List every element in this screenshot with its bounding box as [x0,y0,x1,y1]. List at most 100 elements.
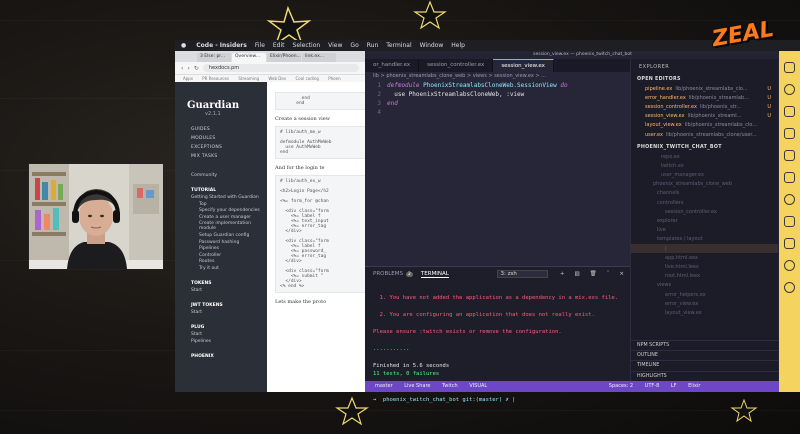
docs-section-modules[interactable]: MODULES [191,136,267,141]
breadcrumb[interactable]: lib > phoenix_streamlabs_clone_web > vie… [365,72,630,81]
file-tree-item[interactable]: views [631,281,779,290]
bookmark[interactable]: Streaming [238,76,259,81]
open-editor-item[interactable]: layout_view.ex lib/phoenix_streamlabs_clo… [631,121,779,130]
status-eol[interactable]: LF [671,383,677,389]
menu-help[interactable]: Help [451,42,465,49]
file-tree-item[interactable]: phoenix_streamlabs_clone_web [631,180,779,189]
docs-plug-start[interactable]: Start [191,332,267,337]
status-twitch[interactable]: Twitch [442,383,458,389]
trash-icon[interactable]: 🗑 [590,271,597,277]
outline-section[interactable]: OUTLINE [631,349,779,360]
branch-icon[interactable] [784,106,795,117]
status-encoding[interactable]: UTF-8 [645,383,660,389]
file-tree-item[interactable]: error_view.ex [631,299,779,308]
browser-tab[interactable]: link.ex... [302,53,336,62]
timeline-section[interactable]: TIMELINE [631,360,779,370]
close-icon[interactable]: × [619,271,624,277]
file-tree-item[interactable]: controllers [631,198,779,207]
file-tree-item[interactable]: root.html.leex [631,272,779,281]
status-language[interactable]: Elixir [688,383,700,389]
status-indent[interactable]: Spaces: 2 [609,383,633,389]
editor-tab-active[interactable]: session_view.ex [493,59,554,72]
editor-tab[interactable]: or_handler.ex [365,59,420,72]
terminal-shell-select[interactable]: 3: zsh [496,270,548,278]
file-tree-item[interactable]: session_controller.ex [631,207,779,216]
bookmark[interactable]: PR Resources [202,76,229,81]
docs-section-mix-tasks[interactable]: MIX TASKS [191,154,267,159]
docs-tutorial-item[interactable]: Try it out [199,266,267,271]
back-icon[interactable]: ‹ [181,65,183,72]
docs-plug-pipelines[interactable]: Pipelines [191,339,267,344]
file-tree-item[interactable]: app.html.eex [631,253,779,262]
add-terminal-icon[interactable]: + [560,271,565,277]
docs-tutorial-item[interactable]: Create a user manager [199,215,267,220]
url-bar[interactable]: hexdocs.pm [202,64,359,72]
browser-tab-active[interactable]: Overview... [232,53,266,62]
docker-icon[interactable] [784,216,795,227]
bookmark[interactable]: Apps [183,76,193,81]
split-terminal-icon[interactable]: ▥ [574,271,579,277]
debug-icon[interactable] [784,128,795,139]
bookmark[interactable]: Web Dev [268,76,286,81]
monitor-icon[interactable] [784,238,795,249]
tab-problems[interactable]: PROBLEMS [373,271,403,277]
file-tree-item[interactable]: error_helpers.ex [631,290,779,299]
browser-tab[interactable]: 3 Else: pr... [197,53,231,62]
docs-tutorial-item[interactable]: Create implementation module [199,221,267,231]
account-icon[interactable] [784,260,795,271]
menu-file[interactable]: File [255,42,265,49]
status-branch[interactable]: master [375,383,393,389]
open-editor-item[interactable]: pipeline.ex lib/phoenix_streamlabs_clo...… [631,84,779,93]
file-tree-item[interactable]: repo.ex [631,152,779,161]
open-editors-heading[interactable]: OPEN EDITORS [631,75,779,84]
file-tree-item[interactable]: live [631,226,779,235]
live-share-icon[interactable] [784,194,795,205]
file-tree-item[interactable]: explorer [631,216,779,225]
open-editor-item[interactable]: error_handler.ex lib/phoenix_streamlab...… [631,93,779,102]
extensions-icon[interactable] [784,150,795,161]
docs-tutorial-item[interactable]: Pipelines [199,246,267,251]
file-tree-item[interactable]: layout_view.ex [631,308,779,317]
menu-app-name[interactable]: Code - Insiders [196,42,247,49]
docs-section-guides[interactable]: GUIDES [191,127,267,132]
menu-terminal[interactable]: Terminal [386,42,411,49]
docs-section-exceptions[interactable]: EXCEPTIONS [191,145,267,150]
file-tree-item[interactable]: templates / layout [631,235,779,244]
docs-tutorial-item[interactable]: Password hashing [199,240,267,245]
highlights-section[interactable]: HIGHLIGHTS [631,370,779,381]
docs-jwt-start[interactable]: Start [191,310,267,315]
docs-community-link[interactable]: Community [191,173,267,178]
menu-selection[interactable]: Selection [293,42,321,49]
docs-tutorial-item[interactable]: Routes [199,259,267,264]
file-tree-item[interactable]: channels [631,189,779,198]
tab-terminal[interactable]: TERMINAL [420,271,449,278]
bookmark[interactable]: Phoen [328,76,340,81]
open-editor-item[interactable]: user.ex lib/phoenix_streamlabs_clone/user… [631,130,779,139]
menu-window[interactable]: Window [420,42,444,49]
open-editor-item[interactable]: session_controller.ex lib/phoenix_str... U [631,102,779,111]
search-icon[interactable] [784,84,795,95]
docs-tutorial-item[interactable]: Top [199,202,267,207]
menu-view[interactable]: View [328,42,342,49]
menu-go[interactable]: Go [350,42,358,49]
menu-edit[interactable]: Edit [273,42,285,49]
flask-icon[interactable] [784,172,795,183]
menu-run[interactable]: Run [367,42,379,49]
project-heading[interactable]: PHOENIX_TWITCH_CHAT_BOT [631,143,779,152]
browser-tab[interactable]: Elixir/Phoen... [267,53,301,62]
gear-icon[interactable] [784,282,795,293]
apple-icon[interactable]: ● [181,42,186,49]
bookmark[interactable]: Cool coding [296,76,319,81]
docs-tokens-start[interactable]: Start [191,288,267,293]
chevron-up-icon[interactable]: ˆ [607,271,610,277]
file-tree-item[interactable]: live.html.leex [631,262,779,271]
file-tree-item[interactable]: user_manager.ex [631,171,779,180]
editor-tab[interactable]: session_controller.ex [419,59,494,72]
forward-icon[interactable]: › [187,65,189,72]
docs-tutorial-item[interactable]: Controller [199,253,267,258]
docs-title[interactable]: Guardian [187,100,267,111]
file-tree-item[interactable]: | [631,244,779,254]
docs-tutorial-item[interactable]: Setup Guardian config [199,233,267,238]
npm-scripts-section[interactable]: NPM SCRIPTS [631,339,779,350]
open-editor-item[interactable]: session_view.ex lib/phoenix_streaml... U [631,112,779,121]
